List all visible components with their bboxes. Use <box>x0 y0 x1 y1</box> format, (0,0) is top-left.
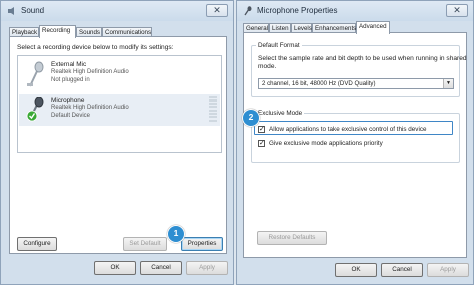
properties-button[interactable]: Properties <box>181 237 223 251</box>
microphone-properties-dialog: Microphone Properties ✕ General Listen L… <box>236 0 474 285</box>
list-item[interactable]: Microphone Realtek High Definition Audio… <box>19 94 220 126</box>
exclusive-priority-checkbox[interactable]: ✓ <box>258 140 265 147</box>
sound-close-button[interactable]: ✕ <box>206 4 228 17</box>
microphone-icon <box>27 61 44 87</box>
recording-instruction: Select a recording device below to modif… <box>17 44 174 51</box>
properties-close-button[interactable]: ✕ <box>446 4 468 17</box>
tab-advanced[interactable]: Advanced <box>356 21 390 34</box>
advanced-panel: Default Format Select the sample rate an… <box>243 32 467 258</box>
step-1-badge: 1 <box>167 225 185 243</box>
sound-dialog: Sound ✕ Playback Recording Sounds Commun… <box>0 0 234 285</box>
device-name: Microphone <box>51 97 85 104</box>
microphone-icon <box>244 6 252 16</box>
default-format-group: Default Format Select the sample rate an… <box>251 42 467 97</box>
default-format-label: Default Format <box>256 42 302 49</box>
ok-button[interactable]: OK <box>94 261 136 275</box>
cancel-button[interactable]: Cancel <box>381 263 423 277</box>
chevron-down-icon: ▼ <box>443 79 453 88</box>
speaker-icon <box>8 7 14 15</box>
tab-recording[interactable]: Recording <box>39 25 76 38</box>
device-name: External Mic <box>51 61 87 68</box>
cancel-button[interactable]: Cancel <box>140 261 182 275</box>
exclusive-priority-label: Give exclusive mode applications priorit… <box>269 140 383 147</box>
restore-defaults-button[interactable]: Restore Defaults <box>257 231 327 245</box>
format-description: Select the sample rate and bit depth to … <box>258 55 467 62</box>
properties-title-bar: Microphone Properties ✕ <box>237 1 473 21</box>
device-driver: Realtek High Definition Audio <box>51 105 129 111</box>
configure-button[interactable]: Configure <box>17 237 57 251</box>
list-item[interactable]: External Mic Realtek High Definition Aud… <box>19 58 220 90</box>
device-driver: Realtek High Definition Audio <box>51 69 129 75</box>
step-2-badge: 2 <box>242 109 260 127</box>
device-status: Default Device <box>51 113 91 119</box>
exclusive-mode-label: Exclusive Mode <box>256 110 305 117</box>
microphone-icon <box>26 97 44 122</box>
highlight-box <box>254 121 453 135</box>
sound-title-bar: Sound ✕ <box>1 1 233 21</box>
apply-button[interactable]: Apply <box>427 263 469 277</box>
properties-title: Microphone Properties <box>257 6 338 15</box>
level-meter <box>209 96 217 124</box>
recording-panel: Select a recording device below to modif… <box>9 36 227 254</box>
dropdown-value: 2 channel, 16 bit, 48000 Hz (DVD Quality… <box>262 80 376 87</box>
sound-title: Sound <box>21 6 45 15</box>
format-description-cont: mode. <box>258 63 277 70</box>
recording-device-list: External Mic Realtek High Definition Aud… <box>17 55 222 153</box>
apply-button[interactable]: Apply <box>186 261 228 275</box>
device-status: Not plugged in <box>51 77 90 83</box>
ok-button[interactable]: OK <box>335 263 377 277</box>
sample-rate-dropdown[interactable]: 2 channel, 16 bit, 48000 Hz (DVD Quality… <box>258 78 454 89</box>
set-default-button[interactable]: Set Default <box>123 237 167 251</box>
